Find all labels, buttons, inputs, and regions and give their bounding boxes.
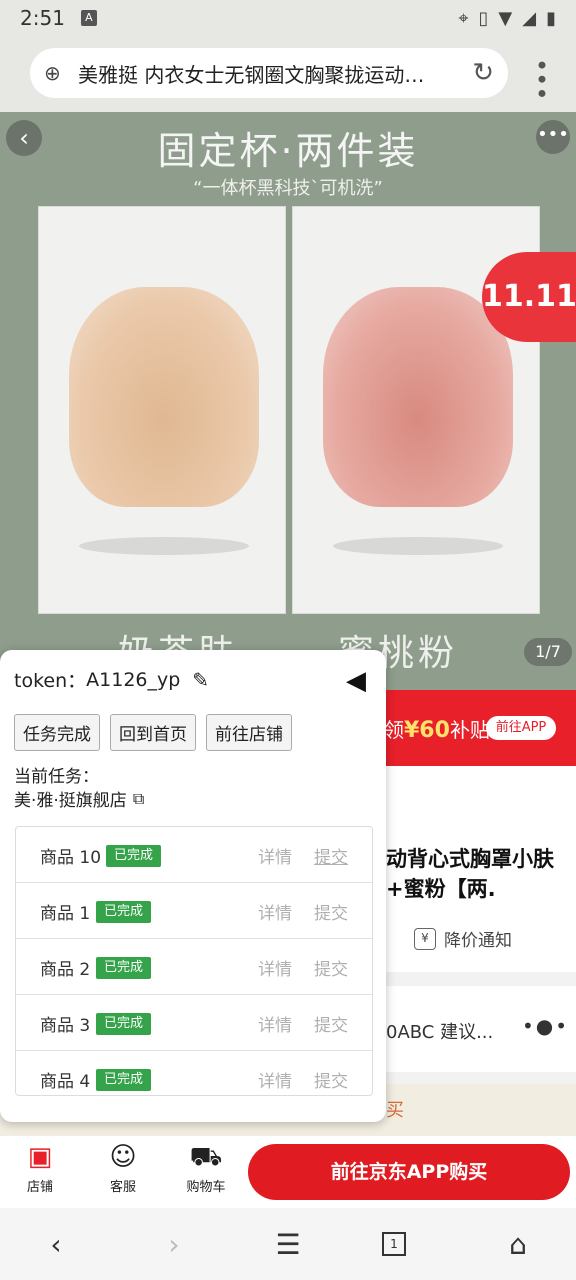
- cart-icon: ⛟: [189, 1142, 223, 1172]
- status-badge: 已完成: [106, 845, 162, 867]
- task-submit-link[interactable]: 提交: [314, 1011, 348, 1036]
- edit-pencil-icon[interactable]: ✎: [192, 668, 209, 692]
- task-complete-button[interactable]: 任务完成: [14, 714, 100, 751]
- bra-image-nude: [69, 287, 259, 507]
- more-dots-icon[interactable]: •••: [536, 120, 570, 154]
- back-arrow-icon[interactable]: ‹: [6, 120, 42, 156]
- menu-icon[interactable]: ☰: [268, 1228, 308, 1261]
- back-icon[interactable]: ‹: [36, 1228, 76, 1261]
- task-row: 商品 2 已完成 详情 提交: [16, 939, 372, 995]
- task-detail-link[interactable]: 详情: [258, 843, 292, 868]
- browser-nav-bar: ‹ › ☰ 1 ⌂: [0, 1208, 576, 1280]
- reload-icon[interactable]: ↻: [472, 58, 494, 88]
- token-row: token： A1126_yp ✎: [14, 667, 210, 693]
- shop-icon: ▣: [27, 1142, 53, 1172]
- bra-image-pink: [323, 287, 513, 507]
- status-badge: 已完成: [96, 1069, 152, 1091]
- go-to-store-button[interactable]: 前往店铺: [206, 714, 292, 751]
- double-eleven-badge[interactable]: 11.11: [482, 252, 576, 342]
- task-overlay-panel: token： A1126_yp ✎ ◀ 任务完成 回到首页 前往店铺 当前任务：…: [0, 650, 386, 1122]
- task-submit-link[interactable]: 提交: [314, 843, 348, 868]
- task-row: 商品 1 已完成 详情 提交: [16, 883, 372, 939]
- task-submit-link[interactable]: 提交: [314, 955, 348, 980]
- more-icon[interactable]: •●•: [522, 1014, 569, 1038]
- forward-icon[interactable]: ›: [154, 1228, 194, 1261]
- buy-hint-text: 买: [386, 1100, 404, 1121]
- price-drop-notify[interactable]: ¥ 降价通知: [414, 926, 512, 951]
- status-icons: ⌖ ▯ ▼ ◢ ▮: [458, 8, 556, 29]
- tabs-icon[interactable]: 1: [382, 1232, 406, 1256]
- status-time: 2:51: [20, 6, 65, 30]
- status-bar: 2:51 A ⌖ ▯ ▼ ◢ ▮: [0, 0, 576, 36]
- current-task-label: 当前任务：: [14, 767, 99, 787]
- customer-service-button[interactable]: ☺ 客服: [93, 1142, 153, 1195]
- globe-icon: ⊕: [44, 61, 61, 85]
- status-badge: 已完成: [96, 957, 152, 979]
- chat-icon: ☺: [109, 1142, 137, 1172]
- token-value: A1126_yp: [86, 668, 181, 691]
- task-row: 商品 10 已完成 详情 提交: [16, 827, 372, 883]
- promo-text: 领¥60补贴: [384, 718, 490, 743]
- location-icon: ⌖: [458, 7, 469, 29]
- task-row: 商品 3 已完成 详情 提交: [16, 995, 372, 1051]
- vibrate-icon: ▯: [478, 7, 489, 29]
- buy-in-app-button[interactable]: 前往京东APP购买: [248, 1144, 570, 1200]
- banner-headline: 固定杯·两件装: [157, 129, 419, 173]
- task-row: 商品 4 已完成 详情 提交: [16, 1051, 372, 1095]
- task-name: 商品 4: [40, 1072, 91, 1092]
- battery-icon: ▮: [546, 7, 556, 29]
- task-detail-link[interactable]: 详情: [258, 1011, 292, 1036]
- browser-toolbar: ⊕ 美雅挺 内衣女士无钢圈文胸聚拢运动… ↻ •••: [0, 36, 576, 112]
- status-badge: 已完成: [96, 1013, 152, 1035]
- banner-subline: “一体杯黑科技`可机洗”: [193, 178, 383, 199]
- product-name: 动背心式胸罩小肤+蜜粉【两.: [386, 847, 554, 901]
- task-detail-link[interactable]: 详情: [258, 1067, 292, 1092]
- copy-icon[interactable]: ⧉: [133, 789, 144, 809]
- task-detail-link[interactable]: 详情: [258, 899, 292, 924]
- image-pager: 1/7: [524, 638, 572, 666]
- collapse-panel-icon[interactable]: ◀: [346, 666, 366, 696]
- cart-button[interactable]: ⛟ 购物车: [176, 1142, 236, 1195]
- task-name: 商品 1: [40, 904, 91, 924]
- page-title: 美雅挺 内衣女士无钢圈文胸聚拢运动…: [78, 62, 425, 87]
- current-store: 美·雅·挺旗舰店 ⧉: [14, 788, 145, 812]
- notification-a-icon: A: [80, 10, 97, 26]
- address-bar[interactable]: ⊕ 美雅挺 内衣女士无钢圈文胸聚拢运动… ↻: [30, 48, 508, 98]
- panel-buttons: 任务完成 回到首页 前往店铺: [14, 714, 292, 751]
- status-badge: 已完成: [96, 901, 152, 923]
- size-recommendation-text: 0ABC 建议...: [386, 1022, 494, 1043]
- task-detail-link[interactable]: 详情: [258, 955, 292, 980]
- wifi-icon: ▼: [498, 7, 513, 29]
- shop-button[interactable]: ▣ 店铺: [10, 1142, 70, 1195]
- task-list[interactable]: 商品 10 已完成 详情 提交 商品 1 已完成 详情 提交 商品 2 已完成 …: [15, 826, 373, 1096]
- back-home-button[interactable]: 回到首页: [110, 714, 196, 751]
- yen-bell-icon: ¥: [414, 927, 436, 950]
- task-name: 商品 2: [40, 960, 91, 980]
- home-icon[interactable]: ⌂: [498, 1228, 538, 1261]
- task-name: 商品 3: [40, 1016, 91, 1036]
- task-name: 商品 10: [40, 848, 102, 868]
- overflow-menu-icon[interactable]: •••: [527, 58, 555, 100]
- product-photo-left: [38, 206, 286, 614]
- product-image-carousel[interactable]: 固定杯·两件装 “一体杯黑科技`可机洗” 奶茶肤 蜜桃粉 ‹ ••• 11.11…: [0, 112, 576, 690]
- open-app-button[interactable]: 前往APP: [486, 716, 556, 740]
- bottom-action-bar: ▣ 店铺 ☺ 客服 ⛟ 购物车 前往京东APP购买: [0, 1136, 576, 1208]
- task-submit-link[interactable]: 提交: [314, 899, 348, 924]
- task-submit-link[interactable]: 提交: [314, 1067, 348, 1092]
- signal-icon: ◢: [522, 7, 537, 29]
